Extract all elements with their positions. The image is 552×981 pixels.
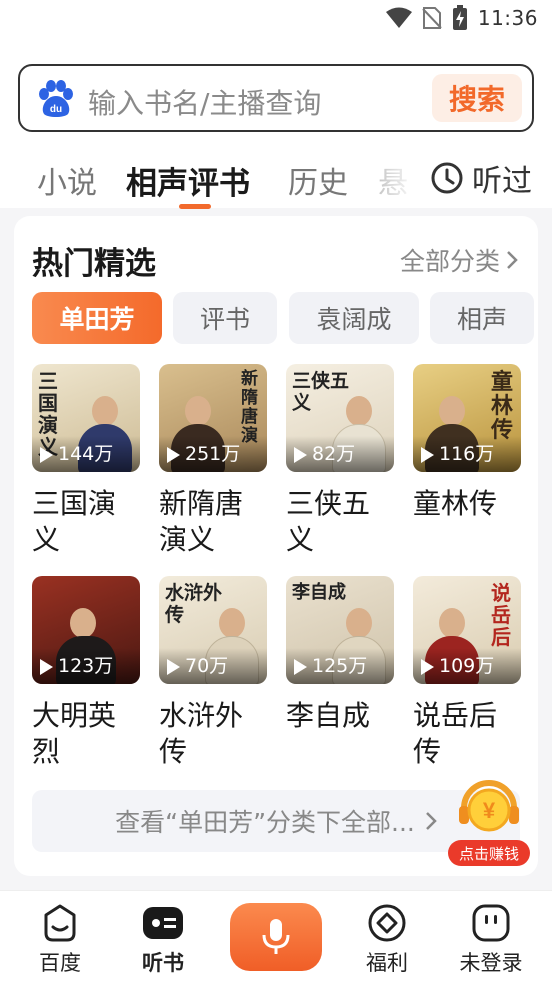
voice-search-button[interactable] — [230, 903, 322, 971]
book-cover: 123万 — [32, 576, 140, 684]
book-cover: 新隋唐演 251万 — [159, 364, 267, 472]
book-cover: 说岳后 109万 — [413, 576, 521, 684]
tabs-fade — [370, 148, 430, 208]
view-all-button[interactable]: 查看“单田芳”分类下全部... — [32, 790, 520, 852]
play-count: 116万 — [413, 436, 521, 472]
book-cover: 童林传 116万 — [413, 364, 521, 472]
coin-symbol: ¥ — [483, 798, 496, 823]
play-icon — [167, 659, 180, 675]
cover-title: 李自成 — [292, 582, 346, 603]
book-cover: 三侠五义 82万 — [286, 364, 394, 472]
nav-account[interactable]: 未登录 — [451, 903, 531, 977]
chevron-right-icon — [507, 251, 518, 269]
nav-welfare[interactable]: 福利 — [347, 903, 427, 977]
play-count: 125万 — [286, 648, 394, 684]
bottom-nav: 百度 听书 福利 未登录 — [0, 890, 552, 981]
chevron-right-icon — [425, 812, 437, 830]
cover-title: 新隋唐演 — [241, 369, 258, 446]
search-bar[interactable]: du 输入书名/主播查询 搜索 — [18, 64, 534, 132]
book-item[interactable]: 李自成 125万 李自成 — [286, 576, 396, 734]
category-tabs: 小说 相声评书 历史 悬 听过 — [0, 148, 552, 209]
play-icon — [421, 659, 434, 675]
microphone-icon — [262, 919, 290, 954]
tab-novel[interactable]: 小说 — [37, 158, 97, 202]
book-cover: 水浒外传 70万 — [159, 576, 267, 684]
all-categories-label: 全部分类 — [399, 247, 500, 276]
nav-label: 听书 — [142, 951, 184, 975]
section-title: 热门精选 — [32, 246, 156, 282]
status-icons: 11:36 — [385, 5, 538, 31]
svg-text:du: du — [50, 104, 62, 115]
nav-audiobook[interactable]: 听书 — [123, 903, 203, 977]
book-title: 新隋唐演义 — [159, 487, 244, 556]
user-icon — [472, 904, 510, 942]
baidu-paw-icon: du — [39, 80, 73, 117]
app-screen: 11:36 du 输入书名/主播查询 搜索 小说 相声评书 历史 悬 — [0, 0, 552, 981]
book-title: 李自成 — [286, 699, 371, 732]
play-count: 109万 — [413, 648, 521, 684]
play-icon — [167, 447, 180, 463]
nav-label: 福利 — [366, 951, 408, 975]
search-button[interactable]: 搜索 — [432, 74, 522, 122]
book-title: 说岳后传 — [413, 699, 498, 768]
nav-label: 未登录 — [459, 951, 523, 975]
active-tab-indicator — [179, 204, 211, 209]
welfare-icon — [368, 904, 406, 942]
book-title: 三侠五义 — [286, 487, 371, 556]
audiobook-icon — [143, 907, 183, 939]
author-chips: 单田芳 评书 袁阔成 相声 — [32, 292, 538, 348]
wifi-icon — [385, 7, 412, 28]
tab-crosstalk-storytelling[interactable]: 相声评书 — [126, 158, 250, 203]
status-bar: 11:36 — [0, 0, 552, 40]
no-sim-icon — [422, 7, 442, 29]
book-item[interactable]: 123万 大明英烈 — [32, 576, 142, 770]
clock: 11:36 — [477, 6, 538, 30]
book-item[interactable]: 童林传 116万 童林传 — [413, 364, 523, 522]
play-icon — [40, 447, 53, 463]
play-count: 123万 — [32, 648, 140, 684]
nav-baidu[interactable]: 百度 — [20, 903, 100, 977]
clock-icon — [431, 162, 463, 194]
play-count: 70万 — [159, 648, 267, 684]
baidu-face-icon — [44, 904, 76, 942]
nav-label: 百度 — [39, 951, 81, 975]
tab-history[interactable]: 历史 — [288, 158, 348, 202]
earn-label: 点击赚钱 — [448, 840, 530, 866]
book-item[interactable]: 说岳后 109万 说岳后传 — [413, 576, 523, 770]
play-icon — [294, 659, 307, 675]
book-cover: 李自成 125万 — [286, 576, 394, 684]
play-icon — [294, 447, 307, 463]
play-count: 82万 — [286, 436, 394, 472]
chip-pingshu[interactable]: 评书 — [173, 292, 277, 344]
book-title: 童林传 — [413, 487, 498, 520]
history-button[interactable]: 听过 — [428, 154, 532, 202]
play-count: 251万 — [159, 436, 267, 472]
cover-title: 说岳后 — [491, 581, 511, 649]
history-label: 听过 — [472, 164, 532, 199]
chip-yuan-kuocheng[interactable]: 袁阔成 — [289, 292, 419, 344]
book-title: 大明英烈 — [32, 699, 117, 768]
book-title: 三国演义 — [32, 487, 117, 556]
all-categories-link[interactable]: 全部分类 — [400, 242, 518, 278]
chip-shan-tianfang[interactable]: 单田芳 — [32, 292, 162, 344]
book-title: 水浒外传 — [159, 699, 244, 768]
book-cover: 三国演义 144万 — [32, 364, 140, 472]
chip-crosstalk[interactable]: 相声 — [430, 292, 534, 344]
coin-headphones-icon: ¥ — [459, 780, 519, 832]
search-input[interactable]: 输入书名/主播查询 — [88, 82, 321, 122]
play-icon — [40, 659, 53, 675]
book-item[interactable]: 水浒外传 70万 水浒外传 — [159, 576, 269, 770]
header: du 输入书名/主播查询 搜索 小说 相声评书 历史 悬 听过 — [0, 40, 552, 209]
book-item[interactable]: 三国演义 144万 三国演义 — [32, 364, 142, 558]
view-all-label: 查看“单田芳”分类下全部... — [115, 808, 415, 837]
book-item[interactable]: 新隋唐演 251万 新隋唐演义 — [159, 364, 269, 558]
cover-title: 童林传 — [491, 369, 514, 443]
battery-charging-icon — [452, 5, 467, 30]
play-icon — [421, 447, 434, 463]
play-count: 144万 — [32, 436, 140, 472]
book-item[interactable]: 三侠五义 82万 三侠五义 — [286, 364, 396, 558]
earn-money-badge[interactable]: ¥ 点击赚钱 — [448, 768, 530, 866]
